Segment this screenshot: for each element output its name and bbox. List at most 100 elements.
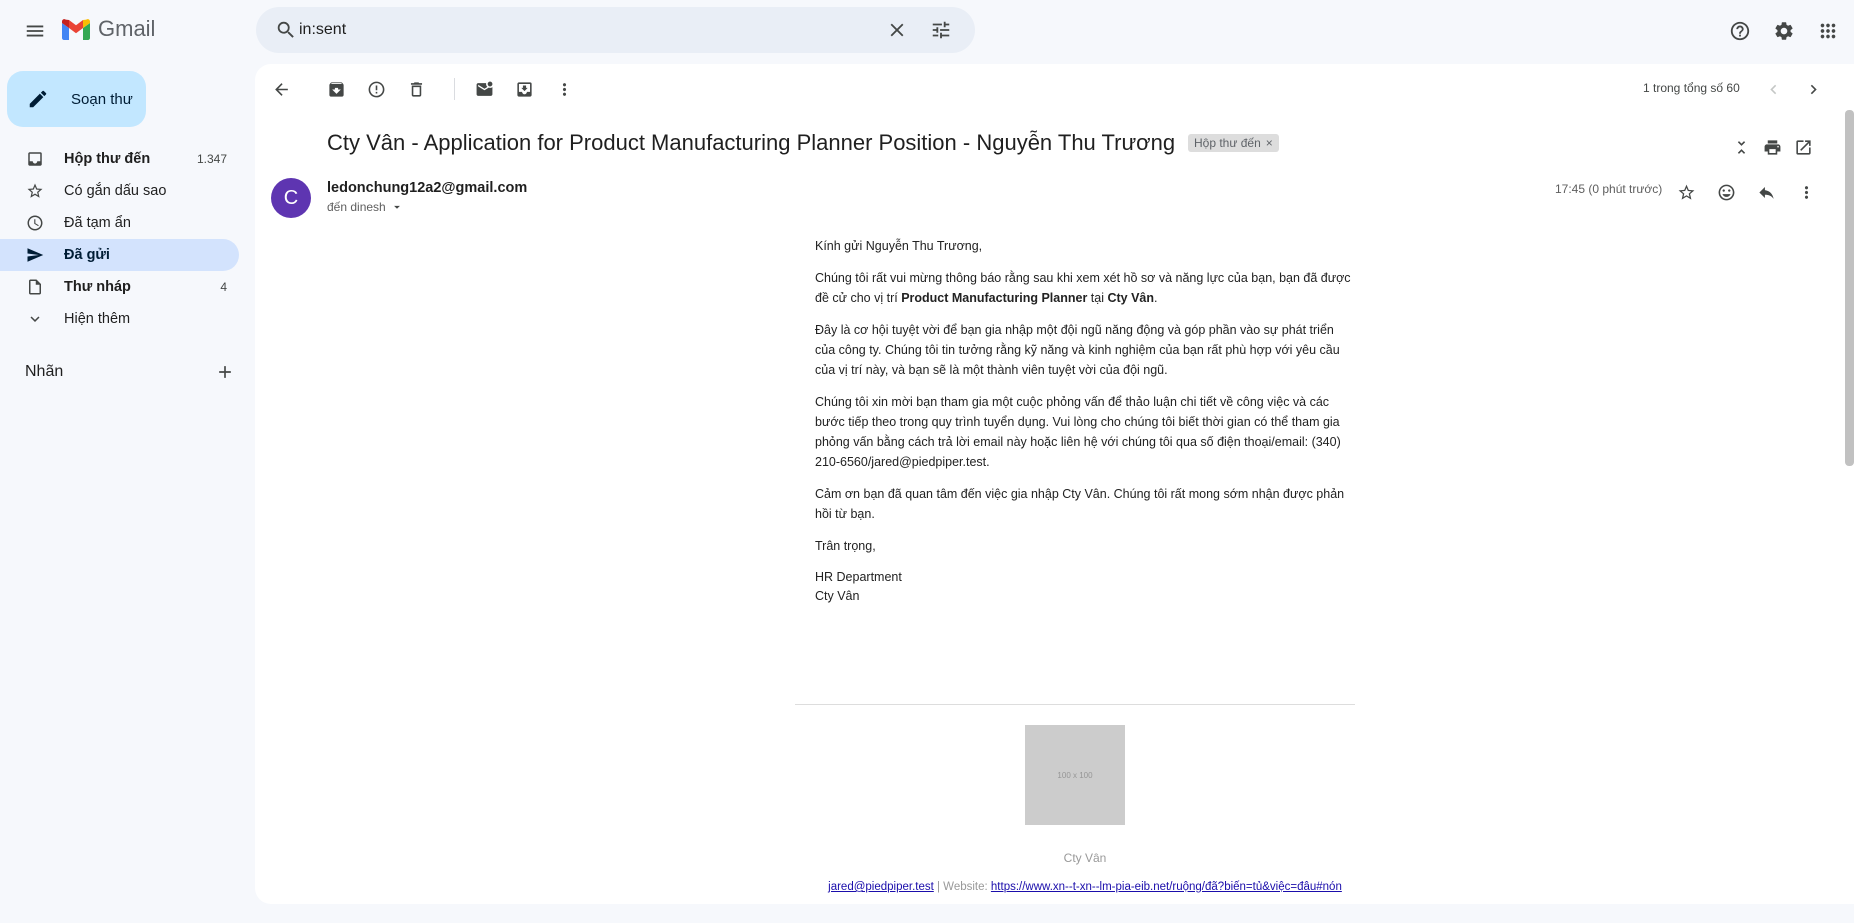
sidebar-item-more[interactable]: Hiện thêm xyxy=(0,303,239,335)
search-bar[interactable]: in:sent xyxy=(256,7,975,53)
sidebar-item-drafts[interactable]: Thư nháp 4 xyxy=(0,271,239,303)
emoji-icon xyxy=(1718,184,1734,200)
move-to-button[interactable] xyxy=(506,71,542,107)
print-button[interactable] xyxy=(1757,132,1787,162)
body-paragraph-1: Chúng tôi rất vui mừng thông báo rằng sa… xyxy=(815,271,1351,305)
remove-label-icon[interactable]: × xyxy=(1266,136,1273,150)
tag-label: Hộp thư đến xyxy=(1194,136,1261,150)
plus-icon[interactable] xyxy=(215,362,235,382)
signature-divider xyxy=(795,704,1355,705)
search-input[interactable]: in:sent xyxy=(299,21,346,39)
sidebar-item-label: Đã tạm ẩn xyxy=(64,215,131,231)
chevron-right-icon xyxy=(1810,84,1817,94)
mark-unread-icon xyxy=(476,81,492,96)
clock-icon xyxy=(27,215,43,231)
google-apps-button[interactable] xyxy=(1808,11,1848,51)
reply-icon xyxy=(1758,186,1774,199)
pencil-icon xyxy=(29,90,47,108)
support-button[interactable] xyxy=(1720,11,1760,51)
reply-button[interactable] xyxy=(1748,174,1784,210)
greeting: Kính gửi Nguyễn Thu Trương, xyxy=(815,239,983,253)
report-icon xyxy=(368,81,384,97)
compose-button[interactable]: Soạn thư xyxy=(7,71,146,127)
trash-icon xyxy=(410,81,422,97)
recipient-text: đến dinesh xyxy=(327,200,386,214)
chevron-left-icon xyxy=(1769,84,1776,94)
company-name: Cty Vân xyxy=(1107,291,1155,305)
sidebar: Hộp thư đến 1.347 Có gắn dấu sao Đã tạm … xyxy=(0,143,239,335)
sidebar-item-inbox[interactable]: Hộp thư đến 1.347 xyxy=(0,143,239,175)
send-icon xyxy=(27,248,44,262)
company-logo-placeholder: 100 x 100 xyxy=(1025,725,1125,825)
inbox-icon xyxy=(28,152,42,166)
body-paragraph-2: Đây là cơ hội tuyệt vời để bạn gia nhập … xyxy=(815,323,1340,377)
message-more-button[interactable] xyxy=(1788,174,1824,210)
hamburger-menu-icon xyxy=(26,25,44,37)
report-spam-button[interactable] xyxy=(358,71,394,107)
move-to-inbox-icon xyxy=(516,81,532,97)
more-vert-icon xyxy=(562,82,566,96)
gmail-logo[interactable]: Gmail xyxy=(62,16,155,42)
sidebar-item-label: Hộp thư đến xyxy=(64,151,151,167)
archive-icon xyxy=(328,81,344,97)
more-actions-button[interactable] xyxy=(546,71,582,107)
help-icon xyxy=(1730,21,1750,41)
archive-button[interactable] xyxy=(318,71,354,107)
pager-text: 1 trong tổng số 60 xyxy=(1643,81,1740,95)
closing: Trân trọng, xyxy=(815,539,876,553)
toolbar-divider xyxy=(454,78,455,100)
sidebar-item-starred[interactable]: Có gắn dấu sao xyxy=(0,175,239,207)
email-body: Kính gửi Nguyễn Thu Trương, Chúng tôi rấ… xyxy=(815,236,1355,618)
sidebar-item-label: Thư nháp xyxy=(64,279,131,295)
draft-icon xyxy=(29,279,41,295)
newer-button[interactable] xyxy=(1755,71,1791,107)
sender-avatar[interactable]: C xyxy=(271,178,311,218)
body-paragraph-3: Chúng tôi xin mời bạn tham gia một cuộc … xyxy=(815,395,1341,469)
footer-company: Cty Vân xyxy=(1063,851,1107,865)
settings-button[interactable] xyxy=(1764,11,1804,51)
back-button[interactable] xyxy=(263,71,299,107)
scrollbar[interactable] xyxy=(1845,110,1854,466)
search-icon xyxy=(277,21,294,38)
older-button[interactable] xyxy=(1795,71,1831,107)
arrow-back-icon xyxy=(274,82,288,96)
close-icon xyxy=(890,23,904,37)
sidebar-item-snoozed[interactable]: Đã tạm ẩn xyxy=(0,207,239,239)
clear-search-button[interactable] xyxy=(877,10,917,50)
footer-website-link[interactable]: https://www.xn--t-xn--lm-pia-eib.net/ruộ… xyxy=(991,881,1342,893)
delete-button[interactable] xyxy=(398,71,434,107)
recipient-line[interactable]: đến dinesh xyxy=(327,200,404,214)
footer-email-link[interactable]: jared@piedpiper.test xyxy=(828,881,934,893)
footer-links: jared@piedpiper.test | Website: https://… xyxy=(828,881,1342,893)
open-in-new-icon xyxy=(1795,139,1811,155)
labels-heading: Nhãn xyxy=(25,363,64,380)
body-paragraph-4: Cảm ơn bạn đã quan tâm đến việc gia nhập… xyxy=(815,487,1345,521)
star-button[interactable] xyxy=(1668,174,1704,210)
message-panel: 1 trong tổng số 60 Cty Vân - Application… xyxy=(255,64,1854,904)
sidebar-item-label: Hiện thêm xyxy=(64,311,131,327)
sidebar-item-label: Có gắn dấu sao xyxy=(64,183,167,199)
gear-icon xyxy=(1775,22,1793,40)
app-name: Gmail xyxy=(98,16,156,41)
sender-email[interactable]: ledonchung12a2@gmail.com xyxy=(327,180,527,196)
email-subject: Cty Vân - Application for Product Manufa… xyxy=(327,130,1176,155)
message-time: 17:45 (0 phút trước) xyxy=(1555,182,1663,196)
apps-grid-icon xyxy=(1820,23,1836,39)
gmail-m-icon xyxy=(62,18,90,40)
add-reaction-button[interactable] xyxy=(1708,174,1744,210)
caret-down-icon xyxy=(393,205,400,209)
print-icon xyxy=(1764,139,1780,155)
star-icon xyxy=(27,183,43,198)
main-menu-button[interactable] xyxy=(15,11,55,51)
sidebar-item-sent[interactable]: Đã gửi xyxy=(0,239,239,271)
unfold-less-icon xyxy=(1737,140,1745,154)
draft-count: 4 xyxy=(220,280,227,294)
unread-count: 1.347 xyxy=(196,152,227,166)
collapse-all-button[interactable] xyxy=(1726,132,1756,162)
tune-icon xyxy=(932,21,950,39)
open-new-window-button[interactable] xyxy=(1788,132,1818,162)
inbox-label-tag[interactable]: Hộp thư đến × xyxy=(1188,134,1279,152)
mark-unread-button[interactable] xyxy=(466,71,502,107)
search-options-button[interactable] xyxy=(921,10,961,50)
star-icon xyxy=(1678,184,1694,200)
